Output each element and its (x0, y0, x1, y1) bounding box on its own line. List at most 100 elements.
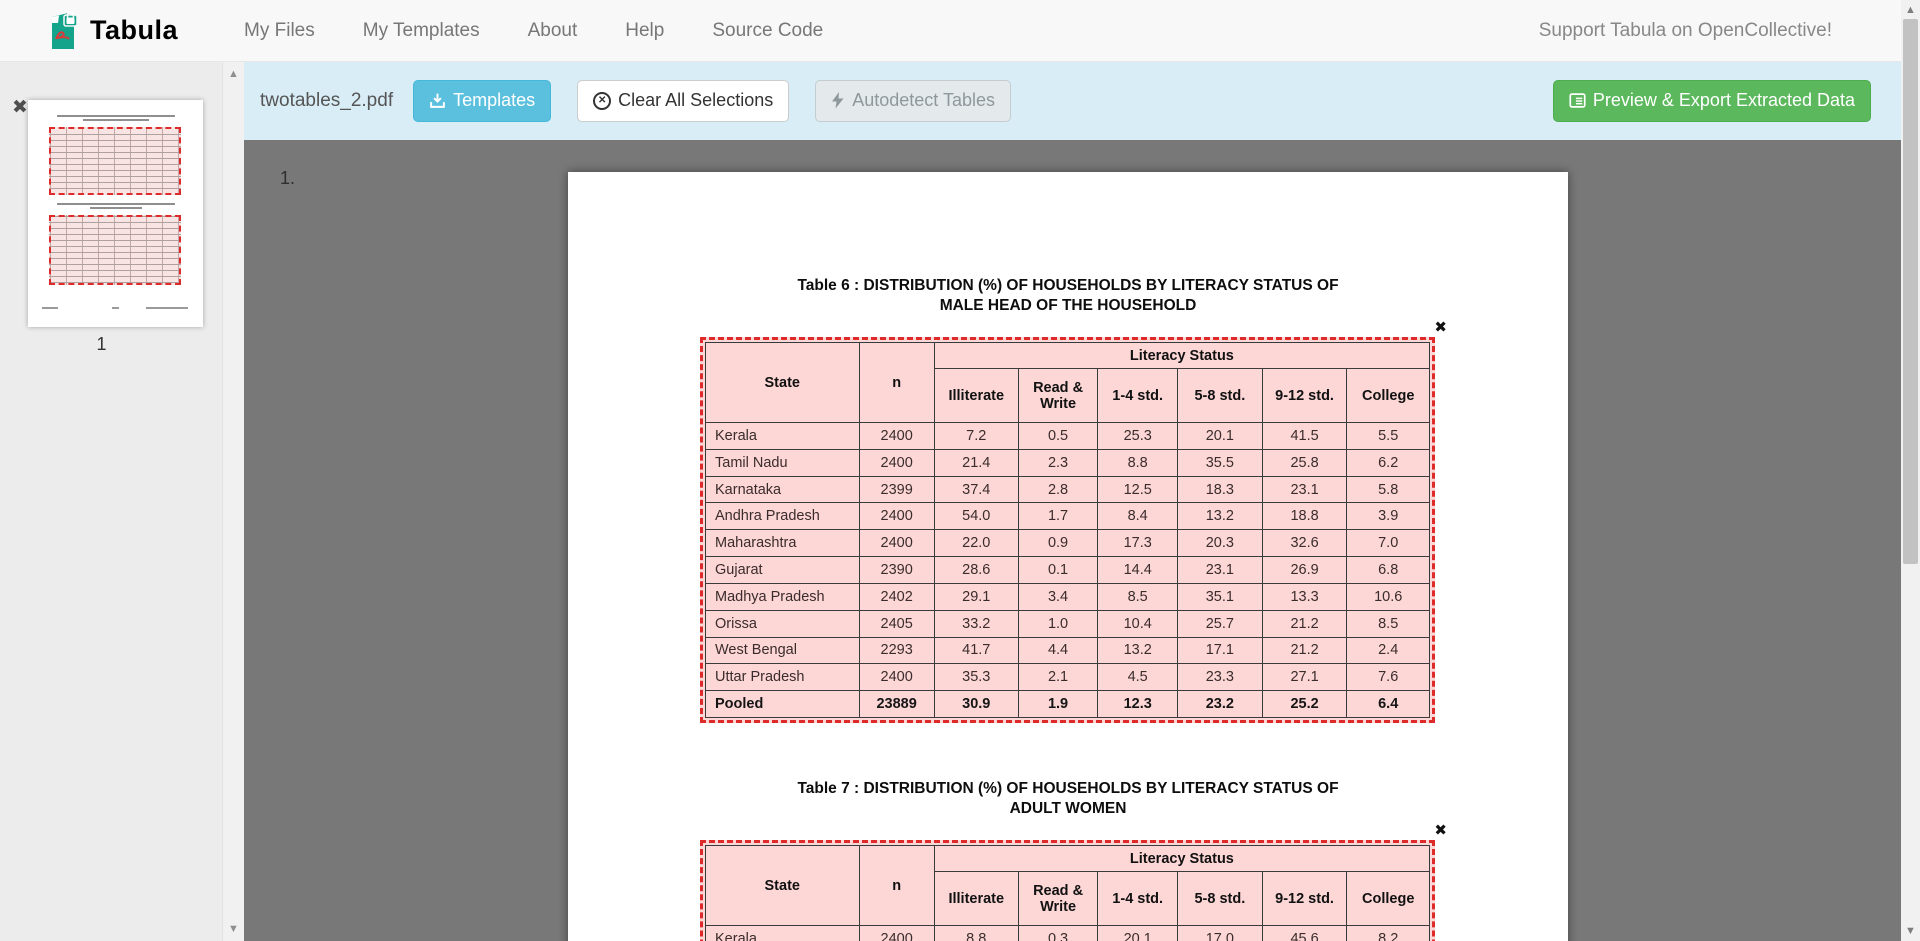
cell-value: 32.6 (1262, 530, 1347, 557)
cell-value: 4.5 (1098, 664, 1178, 691)
export-button-label: Preview & Export Extracted Data (1593, 89, 1855, 112)
tabula-brand[interactable]: Tabula (44, 9, 178, 53)
table7-title: Table 7 : DISTRIBUTION (%) OF HOUSEHOLDS… (568, 779, 1568, 819)
close-file-icon[interactable]: ✖ (12, 98, 28, 117)
cell-value: 12.5 (1098, 476, 1178, 503)
mini-table6-title (28, 115, 203, 121)
table-row: Kerala24008.80.320.117.045.68.2 (706, 926, 1430, 941)
col-header: College (1347, 369, 1430, 423)
col-group-literacy-status: Literacy Status (934, 846, 1429, 872)
cell-value: 23.3 (1178, 664, 1263, 691)
cell-value: 2.3 (1018, 449, 1098, 476)
scroll-down-icon[interactable]: ▼ (223, 923, 244, 935)
brand-name: Tabula (90, 15, 178, 46)
nav-source-code[interactable]: Source Code (688, 10, 847, 52)
cell-value: 4.4 (1018, 637, 1098, 664)
preview-export-button[interactable]: Preview & Export Extracted Data (1553, 80, 1871, 121)
scroll-up-icon[interactable]: ▲ (1901, 4, 1920, 16)
cell-value: 8.5 (1347, 610, 1430, 637)
nav-help[interactable]: Help (601, 10, 688, 52)
nav-my-templates[interactable]: My Templates (339, 10, 504, 52)
table6-selection-close-icon[interactable]: ✖ (1434, 318, 1447, 336)
table-row: Tamil Nadu240021.42.38.835.525.86.2 (706, 449, 1430, 476)
cell-state: Kerala (706, 926, 860, 941)
table7-selection-close-icon[interactable]: ✖ (1434, 821, 1447, 839)
cell-value: 13.3 (1262, 583, 1347, 610)
cell-value: 8.5 (1098, 583, 1178, 610)
cell-value: 2400 (859, 449, 934, 476)
cell-value: 54.0 (934, 503, 1018, 530)
cell-value: 2390 (859, 557, 934, 584)
cell-value: 10.6 (1347, 583, 1430, 610)
table6-title: Table 6 : DISTRIBUTION (%) OF HOUSEHOLDS… (568, 276, 1568, 316)
scrollbar-thumb[interactable] (1903, 19, 1918, 564)
cell-value: 2.4 (1347, 637, 1430, 664)
cell-value: 8.2 (1347, 926, 1430, 941)
lightning-icon (831, 92, 845, 109)
sidebar-scrollbar[interactable]: ▲ ▼ (222, 62, 244, 941)
autodetect-tables-button[interactable]: Autodetect Tables (815, 80, 1011, 121)
cell-value: 3.4 (1018, 583, 1098, 610)
cell-value: 33.2 (934, 610, 1018, 637)
cell-value: 5.5 (1347, 423, 1430, 450)
cell-value: 2.8 (1018, 476, 1098, 503)
cell-value: 6.2 (1347, 449, 1430, 476)
cell-value: 21.4 (934, 449, 1018, 476)
scroll-down-icon[interactable]: ▼ (1901, 925, 1920, 937)
cell-value: 6.8 (1347, 557, 1430, 584)
cell-value: 27.1 (1262, 664, 1347, 691)
cell-value: 25.3 (1098, 423, 1178, 450)
clear-all-selections-button[interactable]: ✕ Clear All Selections (577, 80, 789, 121)
table-row: Karnataka239937.42.812.518.323.15.8 (706, 476, 1430, 503)
col-header: 5-8 std. (1178, 369, 1263, 423)
cell-value: 1.0 (1018, 610, 1098, 637)
table-row: Uttar Pradesh240035.32.14.523.327.17.6 (706, 664, 1430, 691)
nav-about[interactable]: About (504, 10, 602, 52)
cell-value: 17.1 (1178, 637, 1263, 664)
cell-value: 2400 (859, 530, 934, 557)
cell-value: 23.1 (1262, 476, 1347, 503)
templates-button[interactable]: Templates (413, 80, 551, 121)
cell-value: 7.0 (1347, 530, 1430, 557)
cell-value: 17.3 (1098, 530, 1178, 557)
cell-value: 0.9 (1018, 530, 1098, 557)
table-row: Pooled2388930.91.912.323.225.26.4 (706, 691, 1430, 718)
cell-value: 26.9 (1262, 557, 1347, 584)
table-row: Madhya Pradesh240229.13.48.535.113.310.6 (706, 583, 1430, 610)
col-header-state: State (706, 846, 860, 926)
mini-footer-mark (42, 307, 58, 309)
table-list-icon (1569, 92, 1586, 109)
support-link[interactable]: Support Tabula on OpenCollective! (1539, 20, 1832, 42)
clear-button-label: Clear All Selections (618, 89, 773, 112)
mini-table7-selection (49, 215, 181, 285)
cell-value: 2.1 (1018, 664, 1098, 691)
pdf-page-1[interactable]: Table 6 : DISTRIBUTION (%) OF HOUSEHOLDS… (568, 172, 1568, 941)
cell-value: 2293 (859, 637, 934, 664)
col-header: College (1347, 872, 1430, 926)
scroll-up-icon[interactable]: ▲ (223, 68, 244, 80)
page-thumbnail[interactable] (28, 100, 203, 327)
cell-value: 30.9 (934, 691, 1018, 718)
cell-value: 2400 (859, 926, 934, 941)
table-row: West Bengal229341.74.413.217.121.22.4 (706, 637, 1430, 664)
cell-value: 28.6 (934, 557, 1018, 584)
col-header-n: n (859, 846, 934, 926)
cell-value: 8.8 (1098, 449, 1178, 476)
circle-x-icon: ✕ (593, 92, 611, 110)
table7-selection-box[interactable]: ✖ StatenLiteracy StatusIlliterateRead & … (700, 840, 1435, 941)
window-scrollbar[interactable]: ▲ ▼ (1901, 0, 1920, 941)
tabula-logo-icon (44, 9, 80, 53)
cell-value: 7.6 (1347, 664, 1430, 691)
col-header: Read & Write (1018, 872, 1098, 926)
cell-value: 41.5 (1262, 423, 1347, 450)
cell-value: 2400 (859, 423, 934, 450)
cell-value: 1.9 (1018, 691, 1098, 718)
cell-value: 8.8 (934, 926, 1018, 941)
cell-state: Maharashtra (706, 530, 860, 557)
cell-value: 2400 (859, 503, 934, 530)
nav-my-files[interactable]: My Files (220, 10, 339, 52)
table6-selection-box[interactable]: ✖ StatenLiteracy StatusIlliterateRead & … (700, 337, 1435, 723)
mini-table7-title (28, 203, 203, 209)
cell-value: 0.5 (1018, 423, 1098, 450)
main-nav: My Files My Templates About Help Source … (220, 10, 847, 52)
